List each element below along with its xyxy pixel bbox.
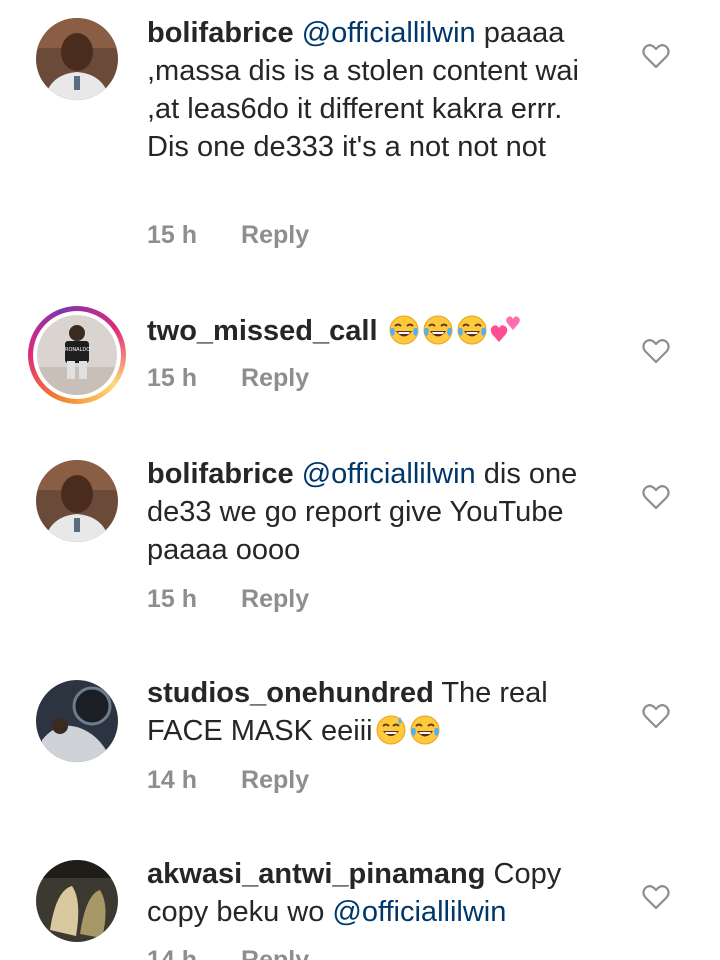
comment-meta: 14 h Reply [147, 765, 309, 795]
like-button[interactable] [642, 703, 670, 729]
comment-mention[interactable]: @officiallilwin [332, 896, 506, 928]
comment-time: 15 h [147, 585, 198, 613]
comment-text: bolifabrice @officiallilwin dis one de33… [147, 455, 607, 569]
avatar[interactable] [36, 860, 118, 942]
comment-text: two_missed_call [147, 312, 607, 350]
avatar-shirt-text: RONALDO [65, 347, 91, 353]
avatar-photo-icon [36, 18, 118, 100]
comment-time: 15 h [147, 364, 198, 392]
heart-outline-icon [642, 339, 670, 364]
comment-meta: 14 h Reply [147, 945, 309, 960]
avatar-photo-icon [36, 860, 118, 942]
tears-of-joy-icon [456, 314, 488, 346]
comment-time: 15 h [147, 221, 198, 249]
like-button[interactable] [642, 43, 670, 69]
avatar-photo-icon [37, 315, 117, 395]
comment-username[interactable]: studios_onehundred [147, 677, 434, 709]
reply-button[interactable]: Reply [241, 766, 309, 794]
avatar[interactable]: RONALDO [28, 306, 126, 404]
avatar[interactable] [36, 680, 118, 762]
avatar-photo-icon [36, 680, 118, 762]
comment-item: akwasi_antwi_pinamang Copy copy beku wo … [0, 845, 720, 960]
tears-of-joy-icon [422, 314, 454, 346]
comment-meta: 15 h Reply [147, 363, 309, 393]
comment-text: studios_onehundred The real FACE MASK ee… [147, 674, 607, 750]
comment-item: RONALDO two_missed_call 15 h Reply [0, 300, 720, 440]
tears-of-joy-icon [409, 714, 441, 746]
avatar[interactable] [36, 18, 118, 100]
comment-meta: 15 h Reply [147, 584, 309, 614]
comment-text: bolifabrice @officiallilwin paaaa ,massa… [147, 14, 607, 166]
comment-username[interactable]: akwasi_antwi_pinamang [147, 858, 485, 890]
comment-mention[interactable]: @officiallilwin [302, 458, 476, 490]
comment-username[interactable]: two_missed_call [147, 315, 378, 347]
heart-outline-icon [642, 704, 670, 729]
comment-mention[interactable]: @officiallilwin [302, 17, 476, 49]
grinning-sweat-icon [375, 714, 407, 746]
reply-button[interactable]: Reply [241, 221, 309, 249]
avatar-photo-icon [36, 460, 118, 542]
comment-item: bolifabrice @officiallilwin dis one de33… [0, 445, 720, 645]
heart-outline-icon [642, 485, 670, 510]
comment-time: 14 h [147, 946, 198, 960]
avatar[interactable] [36, 460, 118, 542]
reply-button[interactable]: Reply [241, 364, 309, 392]
comment-meta: 15 h Reply [147, 220, 309, 250]
like-button[interactable] [642, 884, 670, 910]
tears-of-joy-icon [388, 314, 420, 346]
like-button[interactable] [642, 484, 670, 510]
reply-button[interactable]: Reply [241, 946, 309, 960]
comment-item: bolifabrice @officiallilwin paaaa ,massa… [0, 0, 720, 280]
two-hearts-icon [490, 314, 522, 346]
heart-outline-icon [642, 885, 670, 910]
comment-username[interactable]: bolifabrice [147, 17, 294, 49]
heart-outline-icon [642, 44, 670, 69]
like-button[interactable] [642, 338, 670, 364]
comment-item: studios_onehundred The real FACE MASK ee… [0, 665, 720, 845]
comment-username[interactable]: bolifabrice [147, 458, 294, 490]
reply-button[interactable]: Reply [241, 585, 309, 613]
comment-time: 14 h [147, 766, 198, 794]
comment-text: akwasi_antwi_pinamang Copy copy beku wo … [147, 855, 607, 931]
